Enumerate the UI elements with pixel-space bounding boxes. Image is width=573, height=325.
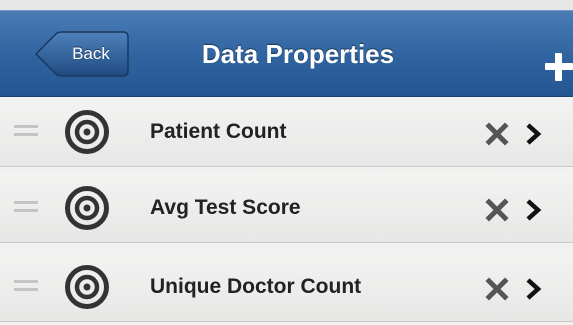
delete-icon[interactable] xyxy=(485,198,509,222)
delete-icon[interactable] xyxy=(485,122,509,146)
nav-header: Back Data Properties xyxy=(0,10,573,97)
drag-handle-icon[interactable] xyxy=(14,125,38,137)
list-item[interactable]: Avg Test Score xyxy=(0,173,573,243)
page-title: Data Properties xyxy=(201,39,395,69)
chevron-right-icon[interactable] xyxy=(523,122,543,146)
plus-icon[interactable] xyxy=(545,53,573,81)
list-item-label: Patient Count xyxy=(150,120,287,143)
list-item[interactable]: Unique Doctor Count xyxy=(0,252,573,322)
back-button[interactable]: Back xyxy=(35,31,129,77)
back-button-label: Back xyxy=(72,44,110,63)
drag-handle-icon[interactable] xyxy=(14,201,38,213)
target-icon xyxy=(65,265,109,309)
top-strip xyxy=(0,0,573,10)
data-properties-list: Patient Count Avg Test Score Unique Doct… xyxy=(0,97,573,325)
drag-handle-icon[interactable] xyxy=(14,280,38,292)
chevron-right-icon[interactable] xyxy=(523,198,543,222)
target-icon xyxy=(65,110,109,154)
target-icon xyxy=(65,186,109,230)
chevron-right-icon[interactable] xyxy=(523,277,543,301)
list-item-label: Avg Test Score xyxy=(150,196,301,219)
list-item[interactable]: Patient Count xyxy=(0,97,573,167)
delete-icon[interactable] xyxy=(485,277,509,301)
list-item-label: Unique Doctor Count xyxy=(150,275,362,298)
